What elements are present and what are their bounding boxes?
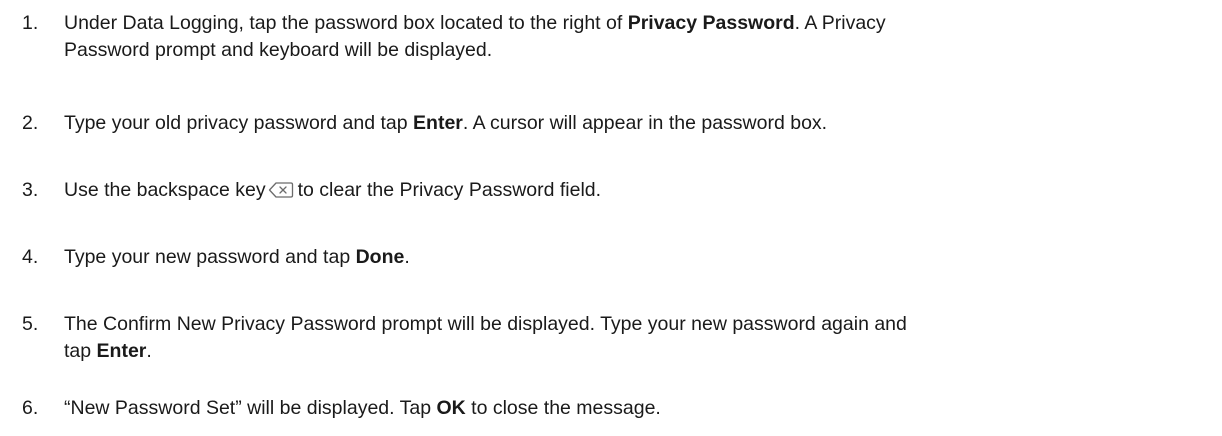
step-line: Type your new password and tap Done. <box>64 244 1204 271</box>
ui-term-enter: Enter <box>413 112 463 134</box>
ui-term-privacy-password: Privacy Password <box>627 12 795 34</box>
step-line: Use the backspace key to clear the Privac… <box>64 177 1204 204</box>
backspace-key-icon <box>268 180 294 198</box>
step-number: 2. <box>22 112 39 134</box>
step-text: Type your new password and tap Done. <box>64 244 1204 271</box>
step-text-segment: to clear the Privacy Password field. <box>297 179 602 201</box>
step-line: Under Data Logging, tap the password box… <box>64 10 1204 37</box>
step-number: 4. <box>22 246 39 268</box>
step-text-segment: . <box>404 246 410 268</box>
step-text: Type your old privacy password and tap E… <box>64 110 1204 137</box>
step-line: “New Password Set” will be displayed. Ta… <box>64 395 1204 422</box>
step-text-segment: Type your old privacy password and tap <box>64 112 414 134</box>
step-text: The Confirm New Privacy Password prompt … <box>64 311 1204 365</box>
step-text-segment: Type your new password and tap <box>64 246 356 268</box>
step-text: Under Data Logging, tap the password box… <box>64 10 1204 64</box>
step-line: The Confirm New Privacy Password prompt … <box>64 313 907 335</box>
step-text-segment: . <box>146 340 152 362</box>
step-text: “New Password Set” will be displayed. Ta… <box>64 395 1204 422</box>
step-line: Password prompt and keyboard will be dis… <box>64 39 493 61</box>
step-text-segment: . A cursor will appear in the password b… <box>462 112 828 134</box>
step-line: tap Enter. <box>64 338 1204 365</box>
step-number: 3. <box>22 179 39 201</box>
step-text-segment: Use the backspace key <box>64 179 266 201</box>
step-number: 1. <box>22 12 39 34</box>
step-number: 5. <box>22 313 39 335</box>
ui-term-ok: OK <box>436 397 466 419</box>
step-number: 6. <box>22 397 39 419</box>
ui-term-done: Done <box>355 246 405 268</box>
step-text-segment: “New Password Set” will be displayed. Ta… <box>64 397 437 419</box>
step-text: Use the backspace key to clear the Privac… <box>64 177 1204 204</box>
step-line: Type your old privacy password and tap E… <box>64 110 1204 137</box>
step-text-segment: to close the message. <box>465 397 661 419</box>
step-text-segment: Under Data Logging, tap the password box… <box>64 12 628 34</box>
step-text-segment: . A Privacy <box>794 12 886 34</box>
ui-term-enter: Enter <box>96 340 147 362</box>
step-text-segment: tap <box>64 340 97 362</box>
